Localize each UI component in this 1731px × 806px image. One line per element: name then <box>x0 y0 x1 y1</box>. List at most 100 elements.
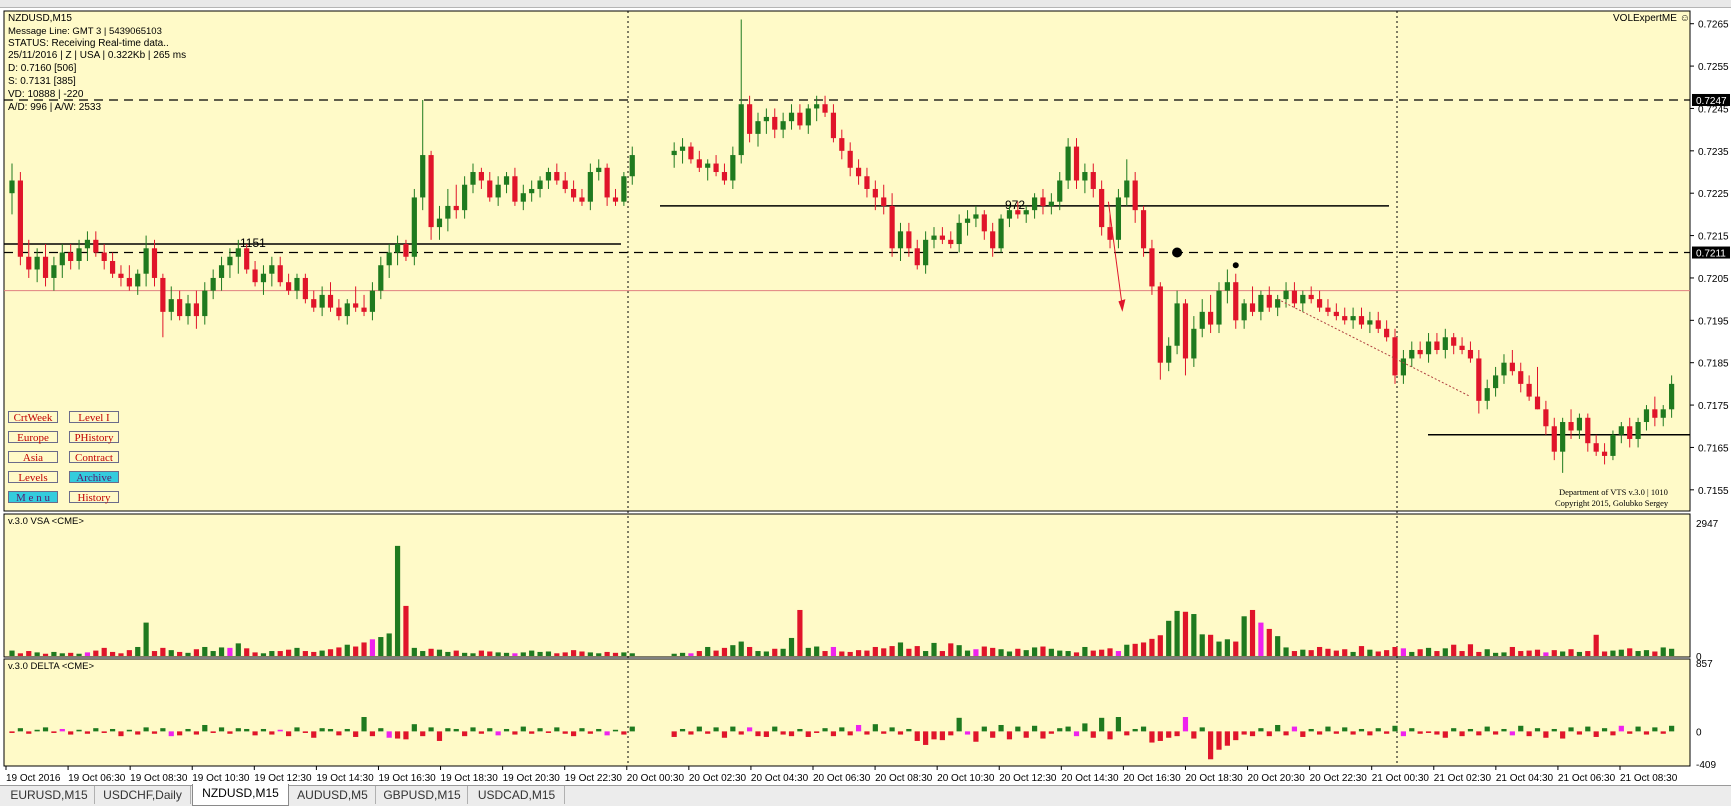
delta-bar-58 <box>495 731 501 736</box>
tab-gbpusd-m15[interactable]: GBPUSD,M15 <box>377 786 468 804</box>
chart-canvas[interactable]: 11519720.72650.72550.72450.72350.72250.7… <box>0 8 1731 785</box>
candle-body-50 <box>428 155 434 228</box>
contract-button[interactable]: Contract <box>69 451 119 464</box>
candle-body-139 <box>1208 311 1214 325</box>
candle-body-167 <box>1442 337 1448 350</box>
archive-button[interactable]: Archive <box>69 471 119 484</box>
delta-bar-26 <box>227 731 233 734</box>
x-tick-label-16: 20 Oct 12:30 <box>999 773 1057 784</box>
vsa-bar-141 <box>1224 639 1230 656</box>
history-button[interactable]: History <box>69 491 119 504</box>
candle-body-148 <box>1283 290 1289 300</box>
tab-usdchf-daily[interactable]: USDCHF,Daily <box>95 786 191 804</box>
candle-body-59 <box>503 176 510 185</box>
delta-bar-128 <box>1115 717 1122 732</box>
delta-bar-83 <box>738 731 744 735</box>
vsa-bar-132 <box>1149 638 1155 656</box>
vsa-bar-120 <box>1048 648 1054 656</box>
delta-bar-96 <box>847 731 853 736</box>
vsa-bar-101 <box>889 646 895 656</box>
candle-body-62 <box>529 188 535 194</box>
x-tick-label-11: 20 Oct 02:30 <box>689 773 747 784</box>
delta-bar-133 <box>1157 731 1163 741</box>
candle-body-173 <box>1492 375 1499 389</box>
candle-body-171 <box>1476 358 1482 401</box>
delta-bar-119 <box>1040 731 1046 739</box>
price-badge-label-1: 0.7211 <box>1696 249 1726 260</box>
delta-bar-68 <box>579 728 585 732</box>
vsa-bar-7 <box>68 652 74 656</box>
vsa-bar-159 <box>1375 651 1381 656</box>
candle-body-112 <box>981 214 987 232</box>
candle-body-83 <box>738 104 744 156</box>
delta-bar-61 <box>520 726 526 732</box>
candle-body-126 <box>1099 188 1105 228</box>
delta-bar-138 <box>1199 727 1205 732</box>
candle-body-5 <box>51 265 57 278</box>
tab-usdcad-m15[interactable]: USDCAD,M15 <box>469 786 565 804</box>
candle-body-135 <box>1174 303 1180 346</box>
vsa-bar-40 <box>344 644 350 656</box>
candle-body-164 <box>1417 349 1423 355</box>
vsa-bar-11 <box>101 647 107 656</box>
vsa-bar-82 <box>730 645 736 656</box>
delta-bar-64 <box>545 731 552 733</box>
levels-button[interactable]: Levels <box>8 471 58 484</box>
candle-body-163 <box>1409 349 1415 359</box>
vsa-bar-166 <box>1434 651 1440 656</box>
x-tick-label-10: 20 Oct 00:30 <box>627 773 685 784</box>
vsa-bar-22 <box>193 649 200 656</box>
europe-button[interactable]: Europe <box>8 431 58 444</box>
y-tick-label-9: 0.7175 <box>1698 401 1729 412</box>
vsa-bar-15 <box>135 646 141 656</box>
vsa-bar-162 <box>1400 648 1406 656</box>
vsa-bar-124 <box>1082 646 1088 656</box>
menu-button[interactable]: M e n u <box>8 491 58 504</box>
delta-bar-144 <box>1249 731 1256 737</box>
candle-body-185 <box>1593 443 1599 452</box>
vsa-bar-58 <box>495 652 501 656</box>
candle-body-4 <box>42 256 49 278</box>
x-tick-label-18: 20 Oct 16:30 <box>1123 773 1181 784</box>
info-line-date: 25/11/2016 | Z | USA | 0.322Kb | 265 ms <box>8 50 187 61</box>
tab-nzdusd-m15[interactable]: NZDUSD,M15 <box>192 784 289 806</box>
candle-body-161 <box>1392 337 1398 376</box>
vsa-bar-93 <box>822 651 828 656</box>
vsa-bar-146 <box>1266 628 1272 656</box>
x-tick-label-14: 20 Oct 08:30 <box>875 773 933 784</box>
delta-bar-16 <box>143 727 149 732</box>
candle-body-183 <box>1576 417 1583 431</box>
asia-button[interactable]: Asia <box>8 451 58 464</box>
vsa-bar-134 <box>1166 620 1172 656</box>
candle-body-117 <box>1023 210 1029 215</box>
vsa-bar-151 <box>1308 650 1314 656</box>
vsa-bar-104 <box>914 646 920 656</box>
vsa-bar-75 <box>671 653 677 656</box>
delta-bar-162 <box>1400 731 1406 737</box>
candle-body-131 <box>1140 210 1147 249</box>
phistory-button[interactable]: PHistory <box>69 431 119 444</box>
candle-body-14 <box>126 277 132 287</box>
vsa-bar-118 <box>1031 647 1038 656</box>
vsa-bar-19 <box>168 650 174 656</box>
vsa-bar-139 <box>1208 634 1214 656</box>
main-plot-area <box>3 10 1691 512</box>
candle-body-72 <box>612 197 619 202</box>
vsa-bar-194 <box>1669 648 1675 656</box>
vsa-bar-2 <box>26 651 32 656</box>
level-label-1151: 1151 <box>240 236 266 250</box>
level-i-button[interactable]: Level I <box>69 411 119 424</box>
tab-audusd-m5[interactable]: AUDUSD,M5 <box>290 786 376 804</box>
vsa-bar-111 <box>973 649 979 656</box>
vsa-bar-20 <box>177 651 183 656</box>
level-label-972: 972 <box>1005 198 1025 212</box>
candle-body-146 <box>1266 294 1272 308</box>
tab-eurusd-m15[interactable]: EURUSD,M15 <box>4 786 95 804</box>
vsa-bar-3 <box>34 652 40 656</box>
vsa-bar-119 <box>1040 646 1046 656</box>
x-tick-label-0: 19 Oct 2016 <box>6 773 61 784</box>
expert-label[interactable]: VOLExpertME ☺ <box>1613 13 1690 24</box>
delta-bar-34 <box>294 727 300 732</box>
vsa-bar-188 <box>1618 649 1624 656</box>
crtweek-button[interactable]: CrtWeek <box>8 411 58 424</box>
